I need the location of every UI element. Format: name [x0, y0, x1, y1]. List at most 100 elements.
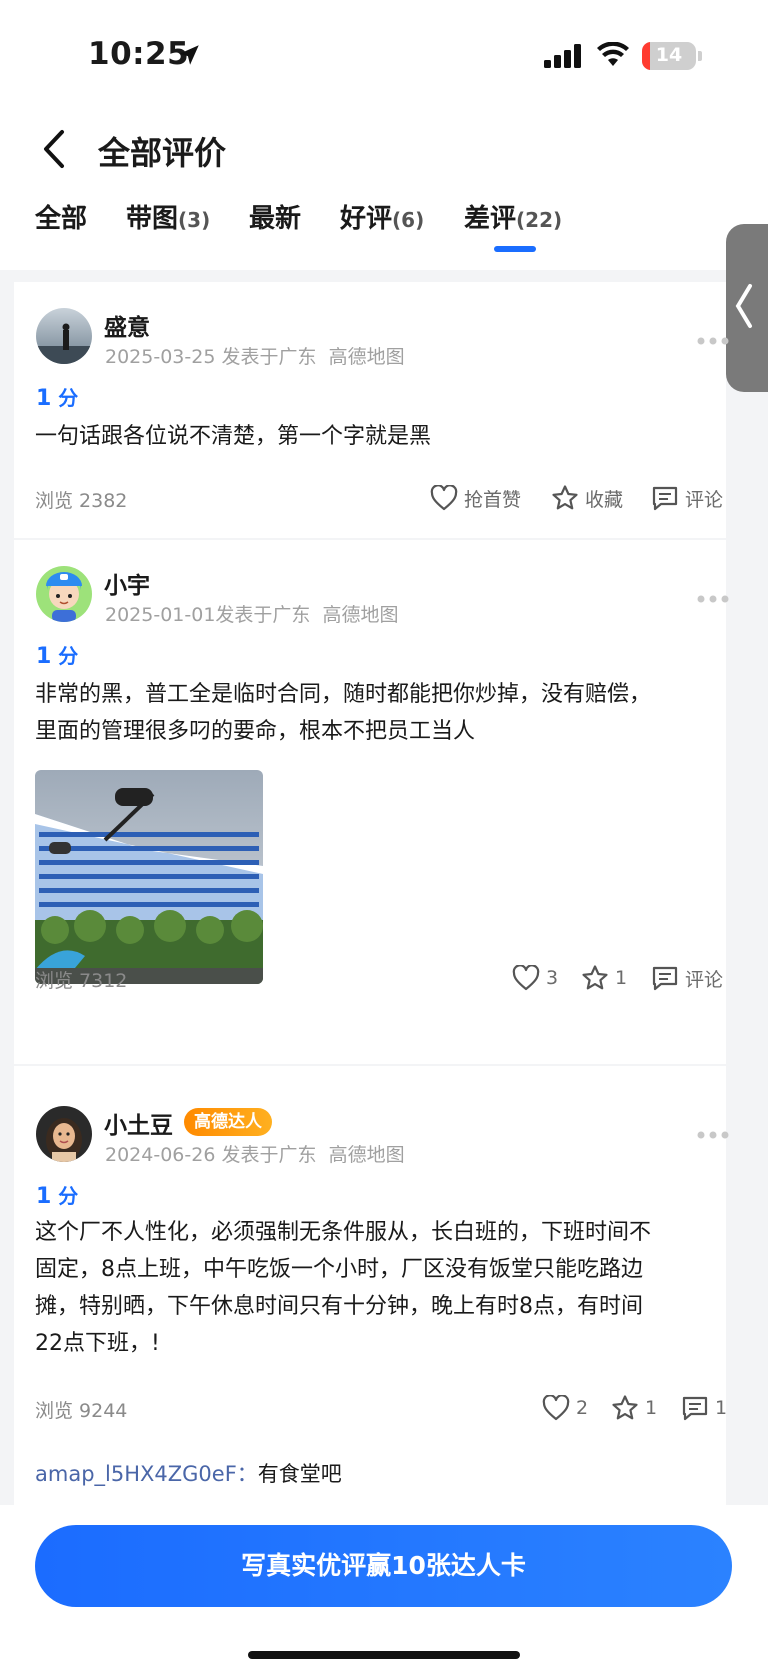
tab-count: (6)	[392, 208, 425, 232]
review-text: 一句话跟各位说不清楚，第一个字就是黑	[35, 424, 432, 449]
back-chevron-icon[interactable]	[34, 124, 74, 174]
review-text-line: 非常的黑，普工全是临时合同，随时都能把你炒掉，没有赔偿，	[35, 682, 652, 707]
view-count: 浏览 7312	[35, 970, 128, 992]
bottom-bar: 写真实优评赢10张达人卡	[0, 1505, 768, 1669]
chevron-left-icon	[735, 284, 752, 328]
page-title: 全部评价	[98, 134, 227, 172]
comment-button[interactable]: 评论	[651, 962, 723, 994]
review-date: 2024-06-26	[105, 1144, 216, 1166]
tab-all[interactable]: 全部	[35, 198, 87, 258]
favorite-button[interactable]: 1	[611, 1392, 657, 1424]
tab-label: 全部	[35, 204, 88, 234]
review-date: 2025-03-25	[105, 346, 216, 368]
battery-indicator: 14	[642, 42, 696, 70]
tab-with-photos[interactable]: 带图(3)	[126, 198, 210, 258]
review-location: 发表于广东	[221, 1144, 317, 1166]
more-options-icon[interactable]	[696, 1128, 730, 1142]
review-text-line: 固定，8点上班，中午吃饭一个小时，厂区没有饭堂只能吃路边	[35, 1257, 643, 1282]
avatar[interactable]	[36, 308, 92, 364]
comment-icon	[682, 1396, 708, 1421]
like-label: 抢首赞	[464, 488, 522, 511]
favorite-count: 1	[645, 1397, 658, 1419]
review-meta: 2025-03-25 发表于广东 高德地图	[105, 342, 405, 369]
review-text-line: 这个厂不人性化，必须强制无条件服从，长白班的，下班时间不	[35, 1220, 652, 1245]
side-panel-handle[interactable]	[726, 224, 768, 392]
battery-tip	[698, 51, 702, 61]
review-location: 发表于广东	[221, 346, 317, 368]
username[interactable]: 小土豆	[104, 1106, 173, 1140]
review-text-line: 摊，特别晒，下午休息时间只有十分钟，晚上有时8点，有时间	[35, 1294, 643, 1319]
avatar[interactable]	[36, 566, 92, 622]
more-options-icon[interactable]	[696, 334, 730, 348]
heart-icon	[512, 965, 540, 991]
expert-badge: 高德达人	[184, 1108, 272, 1136]
username[interactable]: 盛意	[104, 308, 150, 342]
comment-button[interactable]: 评论	[651, 482, 723, 514]
like-button[interactable]: 2	[542, 1392, 588, 1424]
review-tabs: 全部 带图(3) 最新 好评(6) 差评(22)	[0, 198, 768, 258]
location-arrow-icon	[179, 45, 199, 65]
view-count: 浏览 9244	[35, 1400, 128, 1422]
review-card: 小宇 2025-01-01发表于广东 高德地图 1 分 非常的黑，普工全是临时合…	[14, 540, 729, 1064]
tab-latest[interactable]: 最新	[249, 198, 301, 258]
star-icon	[552, 485, 578, 510]
star-icon	[582, 965, 608, 990]
review-text-line: 22点下班，!	[35, 1331, 160, 1356]
favorite-count: 1	[615, 967, 628, 989]
cellular-signal-icon	[544, 44, 581, 68]
view-count: 浏览 2382	[35, 490, 128, 512]
like-count: 2	[576, 1397, 589, 1419]
comment-count: 1	[715, 1397, 728, 1419]
more-options-icon[interactable]	[696, 592, 730, 606]
active-tab-indicator	[494, 246, 536, 252]
review-text-line: 里面的管理很多叼的要命，根本不把员工当人	[35, 719, 476, 744]
favorite-label: 收藏	[585, 488, 624, 511]
star-icon	[612, 1395, 638, 1420]
tab-label: 最新	[249, 204, 302, 234]
review-score: 1 分	[36, 1184, 79, 1209]
review-card: 小土豆 高德达人 2024-06-26 发表于广东 高德地图 1 分 这个厂不人…	[14, 1066, 729, 1505]
comment-icon	[652, 966, 678, 991]
heart-icon	[542, 1395, 570, 1421]
like-button[interactable]: 抢首赞	[430, 482, 521, 514]
comment-label: 评论	[685, 488, 724, 511]
review-text: 非常的黑，普工全是临时合同，随时都能把你炒掉，没有赔偿， 里面的管理很多叼的要命…	[35, 676, 715, 750]
heart-icon	[430, 485, 458, 511]
reply-text: 有食堂吧	[257, 1462, 342, 1486]
comment-button[interactable]: 1	[681, 1392, 727, 1424]
tab-count: (22)	[516, 208, 563, 232]
review-meta: 2024-06-26 发表于广东 高德地图	[105, 1140, 405, 1167]
reply-username[interactable]: amap_l5HX4ZG0eF	[35, 1462, 237, 1486]
tab-positive[interactable]: 好评(6)	[340, 198, 424, 258]
tab-count: (3)	[178, 208, 211, 232]
favorite-button[interactable]: 1	[581, 962, 627, 994]
review-location: 发表于广东	[215, 604, 311, 626]
home-indicator	[248, 1651, 520, 1659]
write-review-button[interactable]: 写真实优评赢10张达人卡	[35, 1525, 732, 1607]
review-source: 高德地图	[328, 1144, 405, 1166]
page-header: 全部评价 全部 带图(3) 最新 好评(6) 差评(22)	[0, 110, 768, 270]
review-source: 高德地图	[322, 604, 399, 626]
status-time: 10:25	[88, 36, 190, 72]
battery-percent: 14	[655, 44, 683, 66]
reply-item[interactable]: amap_l5HX4ZG0eF：有食堂吧	[35, 1458, 342, 1488]
review-meta: 2025-01-01发表于广东 高德地图	[105, 600, 399, 627]
favorite-button[interactable]: 收藏	[551, 482, 623, 514]
comment-label: 评论	[685, 968, 724, 991]
reply-separator: ：	[236, 1462, 258, 1486]
review-card: 盛意 2025-03-25 发表于广东 高德地图 1 分 一句话跟各位说不清楚，…	[14, 282, 729, 538]
review-photo[interactable]	[35, 770, 263, 984]
tab-label: 带图	[126, 204, 179, 234]
comment-icon	[652, 486, 678, 511]
like-count: 3	[546, 967, 559, 989]
like-button[interactable]: 3	[512, 962, 558, 994]
review-score: 1 分	[36, 644, 79, 669]
avatar[interactable]	[36, 1106, 92, 1162]
username[interactable]: 小宇	[104, 566, 150, 600]
tab-label: 好评	[340, 204, 393, 234]
tab-label: 差评	[464, 204, 517, 234]
review-text: 这个厂不人性化，必须强制无条件服从，长白班的，下班时间不 固定，8点上班，中午吃…	[35, 1214, 715, 1362]
wifi-icon	[597, 42, 629, 66]
review-source: 高德地图	[328, 346, 405, 368]
review-date: 2025-01-01	[105, 604, 216, 626]
